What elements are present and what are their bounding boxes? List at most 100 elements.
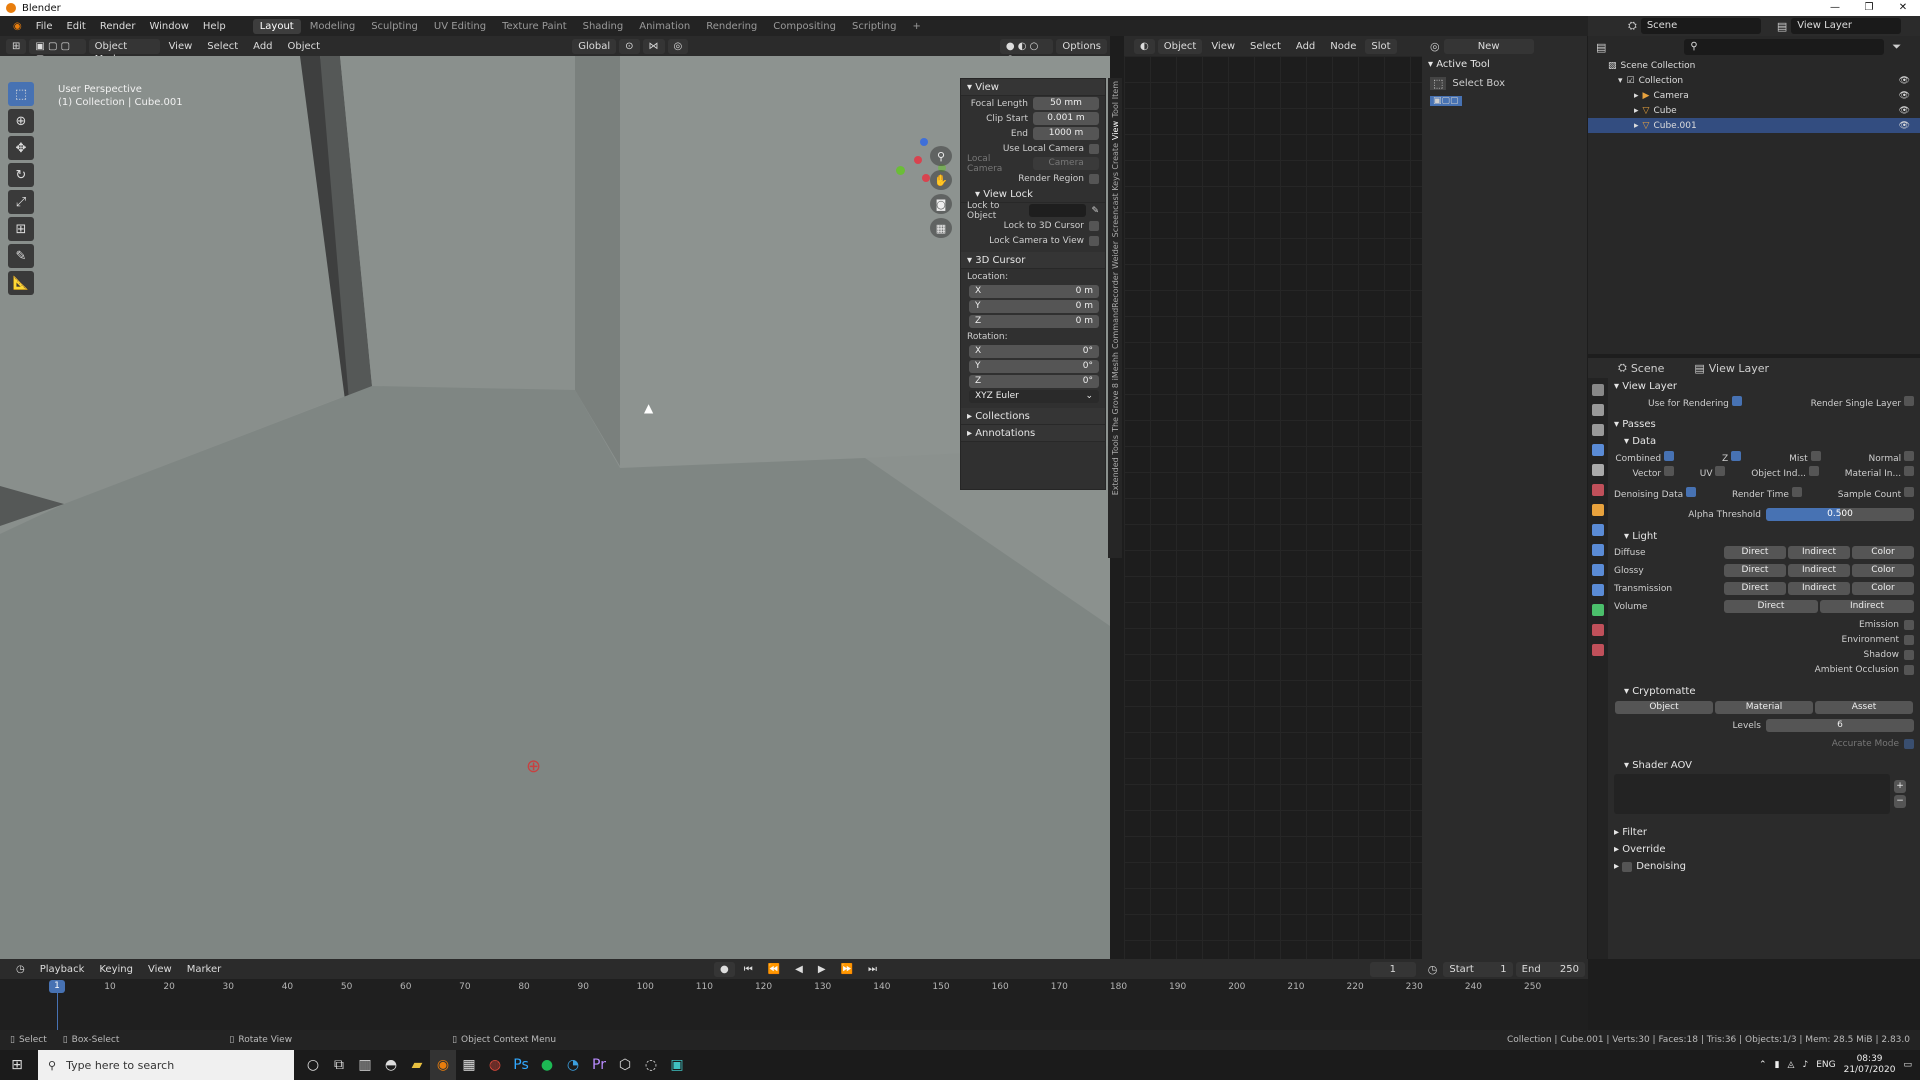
timeline-menu-view[interactable]: View	[142, 962, 178, 977]
sidebar-tab-create[interactable]: Create	[1111, 143, 1120, 170]
material-browse-icon[interactable]: ◎	[1430, 40, 1440, 53]
cursor-location-y-field[interactable]: Y0 m	[969, 300, 1099, 313]
cursor-rotation-y-field[interactable]: Y 0°	[969, 360, 1099, 373]
options-dropdown[interactable]: Options	[1056, 38, 1107, 54]
select-mode-icons[interactable]: ▣ ▢ ▢ ▢	[29, 38, 86, 65]
denoising-checkbox[interactable]	[1622, 861, 1633, 872]
denoising-data-checkbox[interactable]	[1686, 487, 1697, 497]
chrome-icon[interactable]: ◍	[482, 1050, 508, 1080]
view-layer-tab-icon[interactable]	[1592, 444, 1604, 456]
light-subsection[interactable]: ▾ Light	[1608, 528, 1920, 545]
zoom-icon[interactable]: ⚲	[930, 146, 952, 166]
scene-tab-icon[interactable]	[1592, 464, 1604, 476]
measure-tool-icon[interactable]: 📐	[8, 271, 34, 295]
playhead-frame-indicator[interactable]: 1	[49, 980, 65, 993]
timeline-menu-keying[interactable]: Keying	[93, 962, 139, 977]
viewport-menu-view[interactable]: View	[163, 39, 199, 54]
denoising-section[interactable]: ▸ Denoising	[1608, 858, 1920, 875]
passes-section[interactable]: ▾ Passes	[1608, 416, 1920, 433]
use-for-rendering-checkbox[interactable]	[1731, 396, 1742, 406]
workspace-tab-uv-editing[interactable]: UV Editing	[427, 19, 493, 34]
output-tab-icon[interactable]	[1592, 424, 1604, 436]
app-icon-2[interactable]: ◓	[378, 1050, 404, 1080]
frame-end-field[interactable]: End 250	[1515, 961, 1585, 977]
shadow-checkbox[interactable]	[1904, 649, 1914, 660]
cursor-rotation-x-field[interactable]: X 0°	[969, 345, 1099, 358]
texture-tab-icon[interactable]	[1592, 644, 1604, 656]
uv-pass-checkbox[interactable]	[1715, 466, 1726, 476]
outliner-row-collection[interactable]: ▾ ☑ Collection 👁	[1588, 73, 1920, 88]
cursor-location-x-field[interactable]: X0 m	[969, 285, 1099, 298]
combined-pass-checkbox[interactable]	[1664, 451, 1674, 461]
cryptomatte-object-button[interactable]: Object	[1615, 701, 1713, 714]
emission-checkbox[interactable]	[1904, 619, 1914, 630]
new-material-button[interactable]: New	[1443, 38, 1534, 54]
proportional-edit-icon[interactable]: ◎	[667, 38, 689, 54]
cryptomatte-asset-button[interactable]: Asset	[1815, 701, 1913, 714]
lock-to-3d-cursor-checkbox[interactable]	[1089, 220, 1099, 231]
data-subsection[interactable]: ▾ Data	[1608, 433, 1920, 450]
tool-tab-icon[interactable]	[1592, 384, 1604, 396]
scene-selector[interactable]: Scene	[1640, 18, 1761, 34]
checkbox-icon[interactable]: ☑	[1627, 76, 1635, 86]
lock-to-object-field[interactable]	[1028, 204, 1087, 217]
timeline-area[interactable]: 10 20 30 40 50 60 70 80 90 100 110 120 130 140 150 160 1…	[0, 979, 1588, 1030]
current-frame-field[interactable]: 1	[1369, 961, 1416, 977]
volume-direct-button[interactable]: Direct	[1724, 600, 1818, 613]
spotify-icon[interactable]: ●	[534, 1050, 560, 1080]
next-keyframe-icon[interactable]: ⏩	[835, 962, 859, 977]
visibility-eye-icon[interactable]: 👁	[1899, 91, 1910, 101]
outliner-display-mode-icon[interactable]: ▤	[1596, 41, 1606, 54]
constraints-tab-icon[interactable]	[1592, 584, 1604, 596]
annotations-section-header[interactable]: ▸ Annotations	[961, 425, 1105, 442]
file-explorer-icon[interactable]: ▰	[404, 1050, 430, 1080]
transform-tool-icon[interactable]: ⊞	[8, 217, 34, 241]
view-section-header[interactable]: ▾ View	[961, 79, 1105, 96]
use-local-camera-checkbox[interactable]	[1089, 143, 1099, 154]
vector-pass-checkbox[interactable]	[1664, 466, 1674, 476]
scale-tool-icon[interactable]: ⤢	[8, 190, 34, 214]
material-tab-icon[interactable]	[1592, 624, 1604, 636]
photoshop-icon[interactable]: Ps	[508, 1050, 534, 1080]
viewport-menu-add[interactable]: Add	[247, 39, 278, 54]
modifier-tab-icon[interactable]	[1592, 524, 1604, 536]
view-layer-selector[interactable]: View Layer	[1791, 18, 1902, 34]
workspace-tab-scripting[interactable]: Scripting	[845, 19, 903, 34]
play-icon[interactable]: ▶	[812, 962, 832, 977]
cursor-tool-icon[interactable]: ⊕	[8, 109, 34, 133]
collections-section-header[interactable]: ▸ Collections	[961, 408, 1105, 425]
glossy-color-button[interactable]: Color	[1852, 564, 1914, 577]
alpha-threshold-slider[interactable]: 0.500	[1766, 508, 1914, 521]
notifications-icon[interactable]: ▭	[1903, 1060, 1912, 1070]
node-menu-select[interactable]: Select	[1244, 39, 1287, 54]
close-button[interactable]: ✕	[1886, 0, 1920, 16]
cryptomatte-material-button[interactable]: Material	[1715, 701, 1813, 714]
blender-menu-icon[interactable]: ◉	[13, 21, 22, 32]
outliner-row-scene-collection[interactable]: ▧ Scene Collection	[1588, 58, 1920, 73]
annotate-tool-icon[interactable]: ✎	[8, 244, 34, 268]
properties-scene-label[interactable]: Scene	[1631, 362, 1665, 375]
cryptomatte-subsection[interactable]: ▾ Cryptomatte	[1608, 683, 1920, 700]
timeline-editor-icon[interactable]: ◷	[10, 962, 31, 977]
menu-window[interactable]: Window	[149, 21, 188, 32]
timeline-menu-marker[interactable]: Marker	[181, 962, 228, 977]
transmission-color-button[interactable]: Color	[1852, 582, 1914, 595]
properties-view-layer-label[interactable]: View Layer	[1709, 362, 1769, 375]
world-tab-icon[interactable]	[1592, 484, 1604, 496]
normal-pass-checkbox[interactable]	[1904, 451, 1914, 461]
mist-pass-checkbox[interactable]	[1810, 451, 1821, 461]
diffuse-direct-button[interactable]: Direct	[1724, 546, 1786, 559]
active-tool-header[interactable]: ▾ Active Tool	[1422, 56, 1587, 73]
sidebar-tab-item[interactable]: Item	[1111, 81, 1120, 99]
maximize-button[interactable]: ❐	[1852, 0, 1886, 16]
focal-length-field[interactable]: 50 mm	[1033, 97, 1099, 110]
eyedropper-icon[interactable]: ✎	[1091, 206, 1099, 216]
shader-aov-list[interactable]	[1614, 774, 1890, 814]
sidebar-tab-commandrecorder[interactable]: CommandRecorder	[1111, 272, 1120, 349]
node-editor-canvas[interactable]	[1124, 56, 1422, 959]
data-tab-icon[interactable]	[1592, 604, 1604, 616]
windows-start-icon[interactable]: ⊞	[0, 1050, 34, 1080]
timeline-menu-playback[interactable]: Playback	[34, 962, 91, 977]
camera-view-icon[interactable]: ◙	[930, 194, 952, 214]
outliner-row-camera[interactable]: ▸ ▶ Camera 👁	[1588, 88, 1920, 103]
